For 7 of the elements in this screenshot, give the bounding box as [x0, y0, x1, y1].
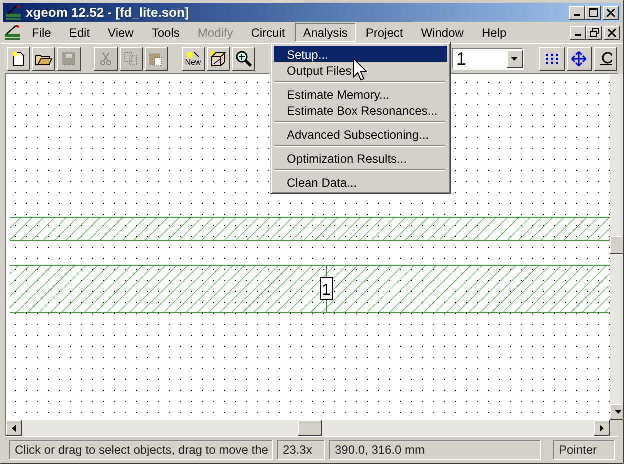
icon-caption: New — [185, 58, 202, 66]
level-value: 1 — [455, 50, 468, 68]
tool-mode: Pointer — [553, 440, 615, 460]
cursor-position: 390.0, 316.0 mm — [329, 440, 541, 460]
window-title: xgeom 12.52 - [fd_lite.son] — [26, 4, 190, 22]
status-message: Click or drag to select objects, drag to move the — [9, 440, 273, 460]
zoom-level: 23.3x — [277, 440, 325, 460]
